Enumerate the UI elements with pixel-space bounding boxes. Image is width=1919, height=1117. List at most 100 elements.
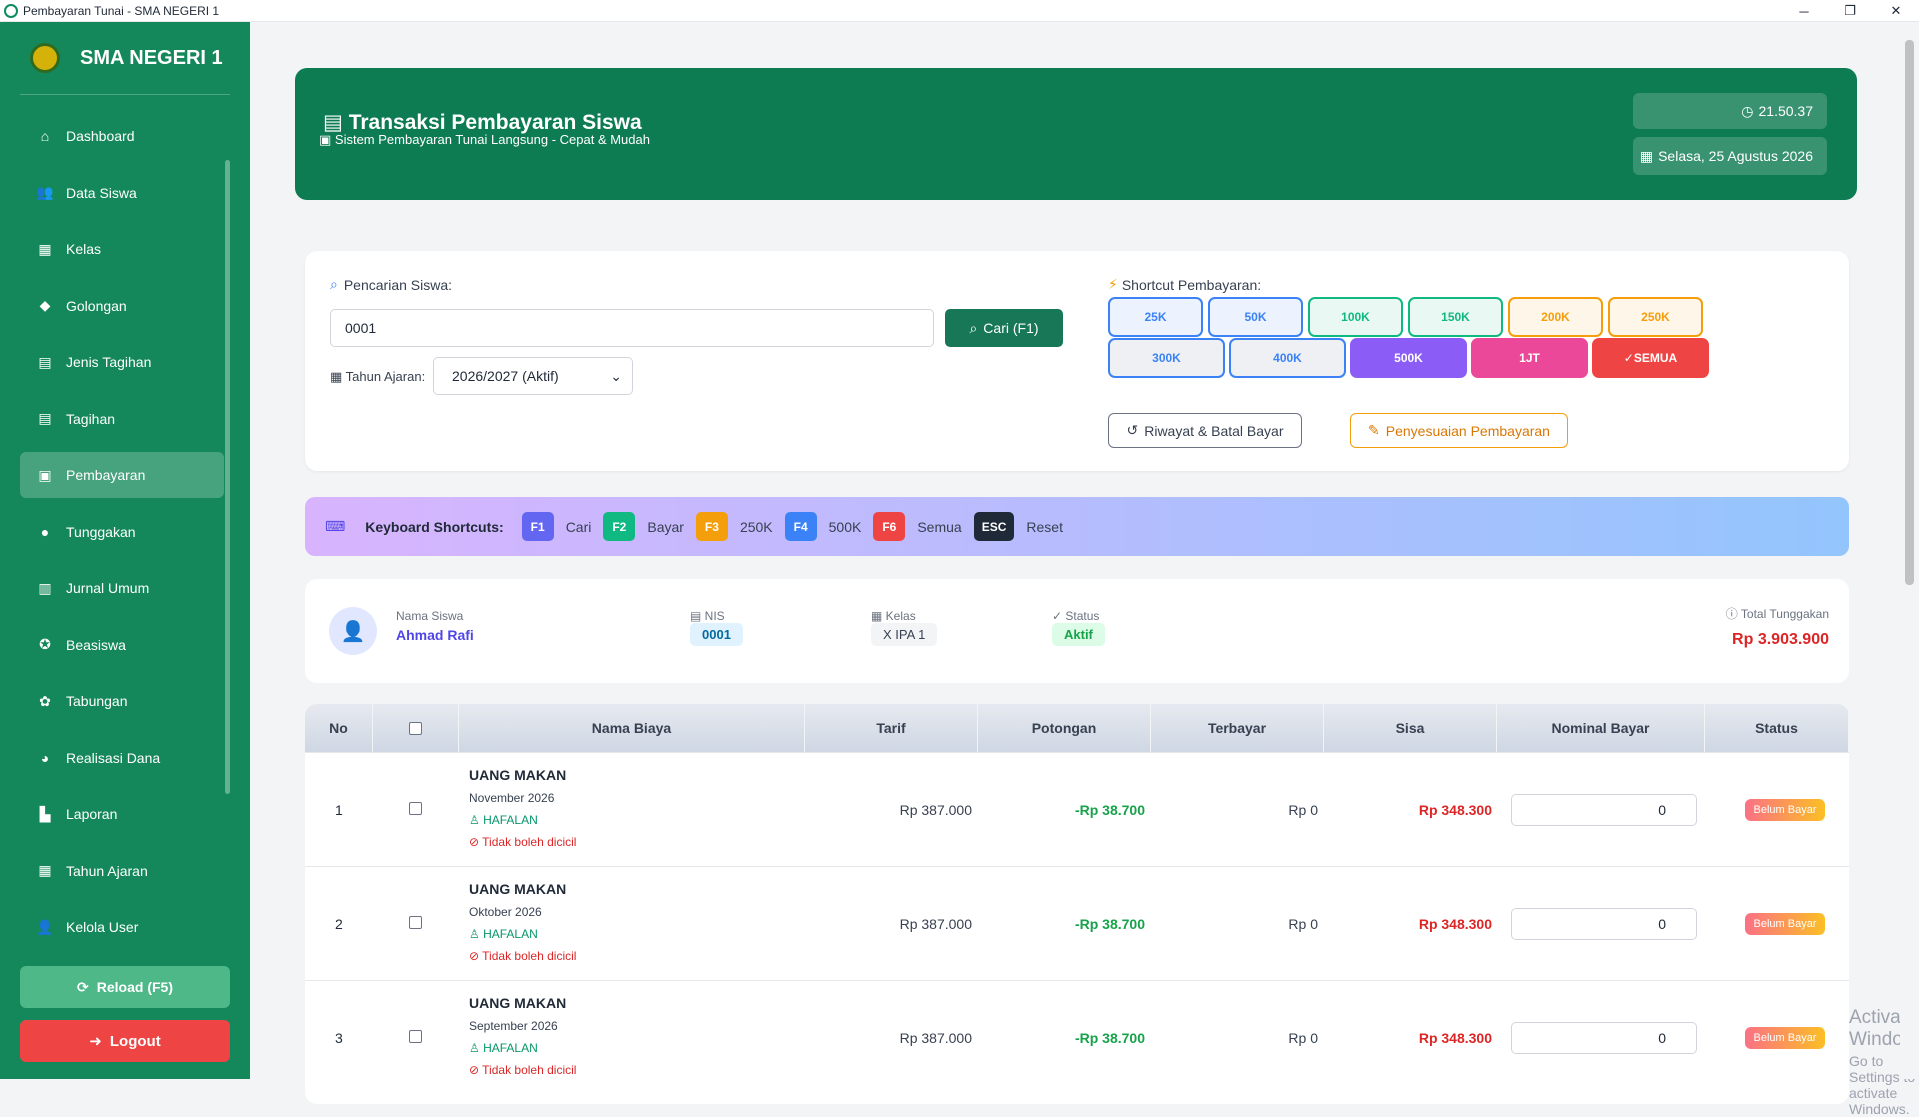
- bill-tag: ♙ HAFALAN: [469, 927, 538, 941]
- key-f2-label: Bayar: [647, 518, 684, 535]
- piggy-icon: ✿: [39, 692, 51, 709]
- sidebar-item-label: Beasiswa: [66, 636, 126, 653]
- sidebar-scrollbar[interactable]: [225, 160, 230, 794]
- nis-label: NIS: [704, 609, 725, 623]
- nominal-value: 0: [1658, 802, 1666, 818]
- shortcut-400k-button[interactable]: 400K: [1229, 338, 1346, 378]
- sidebar-item-tunggakan[interactable]: ● Tunggakan: [20, 509, 224, 555]
- col-terbayar: Terbayar: [1151, 704, 1324, 752]
- row-no: 2: [335, 916, 343, 932]
- page-subtitle: Sistem Pembayaran Tunai Langsung - Cepat…: [334, 132, 650, 147]
- row-checkbox[interactable]: [409, 802, 422, 815]
- sidebar-item-kelola-user[interactable]: 👤 Kelola User: [20, 904, 224, 950]
- col-sisa: Sisa: [1324, 704, 1497, 752]
- history-icon: ↺: [1126, 422, 1139, 438]
- nominal-value: 0: [1658, 916, 1666, 932]
- nominal-input[interactable]: 0: [1511, 908, 1697, 940]
- select-all-checkbox[interactable]: [409, 721, 422, 735]
- col-status: Status: [1705, 704, 1849, 752]
- sidebar-item-data-siswa[interactable]: 👥 Data Siswa: [20, 170, 224, 216]
- shortcut-50k-button[interactable]: 50K: [1208, 297, 1303, 337]
- sidebar-item-label: Golongan: [66, 297, 127, 314]
- row-checkbox[interactable]: [409, 1030, 422, 1043]
- award-icon: ♙: [469, 813, 484, 827]
- sidebar-item-tahun-ajaran[interactable]: ▦ Tahun Ajaran: [20, 848, 224, 894]
- nominal-input[interactable]: 0: [1511, 1022, 1697, 1054]
- key-f6-badge: F6: [873, 512, 906, 541]
- nominal-input[interactable]: 0: [1511, 794, 1697, 826]
- search-label-wrap: ⌕ Pencarian Siswa:: [330, 276, 452, 293]
- refresh-icon: ⟳: [77, 978, 89, 995]
- row-terbayar: Rp 0: [1288, 1030, 1318, 1046]
- table-header: No Nama Biaya Tarif Potongan Terbayar Si…: [305, 704, 1849, 752]
- shortcut-500k-button[interactable]: 500K: [1350, 338, 1467, 378]
- shortcut-1jt-button[interactable]: 1JT: [1471, 338, 1588, 378]
- sidebar-nav: ⌂ Dashboard 👥 Data Siswa ▦ Kelas ◆ Golongan ▤ Jen…: [0, 113, 250, 950]
- close-button[interactable]: ✕: [1873, 0, 1919, 22]
- shortcut-25k-button[interactable]: 25K: [1108, 297, 1203, 337]
- book-icon: ▥: [38, 579, 52, 596]
- key-f4-badge: F4: [784, 512, 817, 541]
- window-titlebar: Pembayaran Tunai - SMA NEGERI 1 ─ ❐ ✕: [0, 0, 1919, 22]
- logout-button[interactable]: ➜ Logout: [20, 1020, 230, 1062]
- bill-month: September 2026: [469, 1019, 558, 1033]
- year-select[interactable]: 2026/2027 (Aktif) ⌄: [433, 357, 633, 395]
- reload-label: Reload (F5): [96, 979, 173, 995]
- adjust-payment-button[interactable]: ✎ Penyesuaian Pembayaran: [1350, 413, 1568, 448]
- sidebar-item-jenis-tagihan[interactable]: ▤ Jenis Tagihan: [20, 339, 224, 385]
- sidebar-item-laporan[interactable]: ▙ Laporan: [20, 791, 224, 837]
- row-sisa: Rp 348.300: [1418, 916, 1492, 932]
- id-card-icon: ▤: [690, 609, 705, 623]
- sidebar-item-label: Data Siswa: [66, 184, 137, 201]
- year-label: Tahun Ajaran:: [345, 369, 426, 384]
- reload-button[interactable]: ⟳ Reload (F5): [20, 966, 230, 1008]
- sidebar-item-beasiswa[interactable]: ✪ Beasiswa: [20, 622, 224, 668]
- page-scrollbar-thumb[interactable]: [1905, 40, 1914, 585]
- user-cog-icon: 👤: [36, 918, 54, 935]
- row-sisa: Rp 348.300: [1418, 802, 1492, 818]
- chart-pie-icon: ◕: [40, 749, 50, 766]
- bill-tag-label: HAFALAN: [483, 813, 538, 827]
- shortcut-200k-button[interactable]: 200K: [1508, 297, 1603, 337]
- window-title: Pembayaran Tunai - SMA NEGERI 1: [23, 3, 220, 18]
- sidebar-item-dashboard[interactable]: ⌂ Dashboard: [20, 113, 224, 159]
- sidebar-item-label: Tahun Ajaran: [66, 862, 148, 879]
- table-row: 2 UANG MAKAN Oktober 2026 ♙ HAFALAN ⊘ Tidak …: [305, 866, 1849, 980]
- table-row: 3 UANG MAKAN September 2026 ♙ HAFALAN ⊘ Tida…: [305, 980, 1849, 1094]
- sidebar-item-tabungan[interactable]: ✿ Tabungan: [20, 678, 224, 724]
- shortcut-300k-button[interactable]: 300K: [1108, 338, 1225, 378]
- search-button[interactable]: ⌕ Cari (F1): [945, 309, 1063, 347]
- sidebar-item-label: Pembayaran: [66, 467, 146, 483]
- page-scrollbar[interactable]: [1900, 22, 1919, 1079]
- shortcut-semua-button[interactable]: ✓ SEMUA: [1592, 338, 1709, 378]
- key-f3-badge: F3: [695, 512, 728, 541]
- money-icon: ▣: [38, 466, 52, 483]
- year-label-wrap: ▦ Tahun Ajaran:: [330, 369, 425, 385]
- bill-warning-label: Tidak boleh dicicil: [482, 835, 577, 849]
- sidebar: SMA NEGERI 1 ⌂ Dashboard 👥 Data Siswa ▦ Kelas…: [0, 22, 250, 1079]
- sidebar-item-label: Tagihan: [66, 410, 116, 427]
- main-content: ▤ Transaksi Pembayaran Siswa ▣ Sistem Pe…: [250, 22, 1919, 1117]
- cash-register-icon: ▤: [323, 111, 349, 134]
- minimize-button[interactable]: ─: [1781, 0, 1827, 22]
- sidebar-item-golongan[interactable]: ◆ Golongan: [20, 283, 224, 329]
- sidebar-item-realisasi-dana[interactable]: ◕ Realisasi Dana: [20, 735, 224, 781]
- shortcut-250k-button[interactable]: 250K: [1608, 297, 1703, 337]
- sidebar-item-pembayaran[interactable]: ▣ Pembayaran: [20, 452, 224, 498]
- brand: SMA NEGERI 1: [0, 22, 250, 94]
- row-checkbox[interactable]: [409, 916, 422, 929]
- row-tarif: Rp 387.000: [899, 1030, 972, 1046]
- shortcut-100k-button[interactable]: 100K: [1308, 297, 1403, 337]
- search-panel: ⌕ Pencarian Siswa: 0001 ⌕ Cari (F1) ▦ Tahu…: [305, 251, 1849, 471]
- maximize-button[interactable]: ❐: [1827, 0, 1873, 22]
- row-sisa: Rp 348.300: [1418, 1030, 1492, 1046]
- sidebar-item-label: Jurnal Umum: [66, 580, 150, 596]
- sidebar-item-kelas[interactable]: ▦ Kelas: [20, 226, 224, 272]
- sidebar-item-tagihan[interactable]: ▤ Tagihan: [20, 396, 224, 442]
- logout-icon: ➜: [89, 1033, 102, 1050]
- sidebar-item-jurnal-umum[interactable]: ▥ Jurnal Umum: [20, 565, 224, 611]
- search-input[interactable]: 0001: [330, 309, 934, 347]
- shortcut-150k-button[interactable]: 150K: [1408, 297, 1503, 337]
- history-button[interactable]: ↺ Riwayat & Batal Bayar: [1108, 413, 1302, 448]
- school-icon: ▦: [38, 240, 52, 257]
